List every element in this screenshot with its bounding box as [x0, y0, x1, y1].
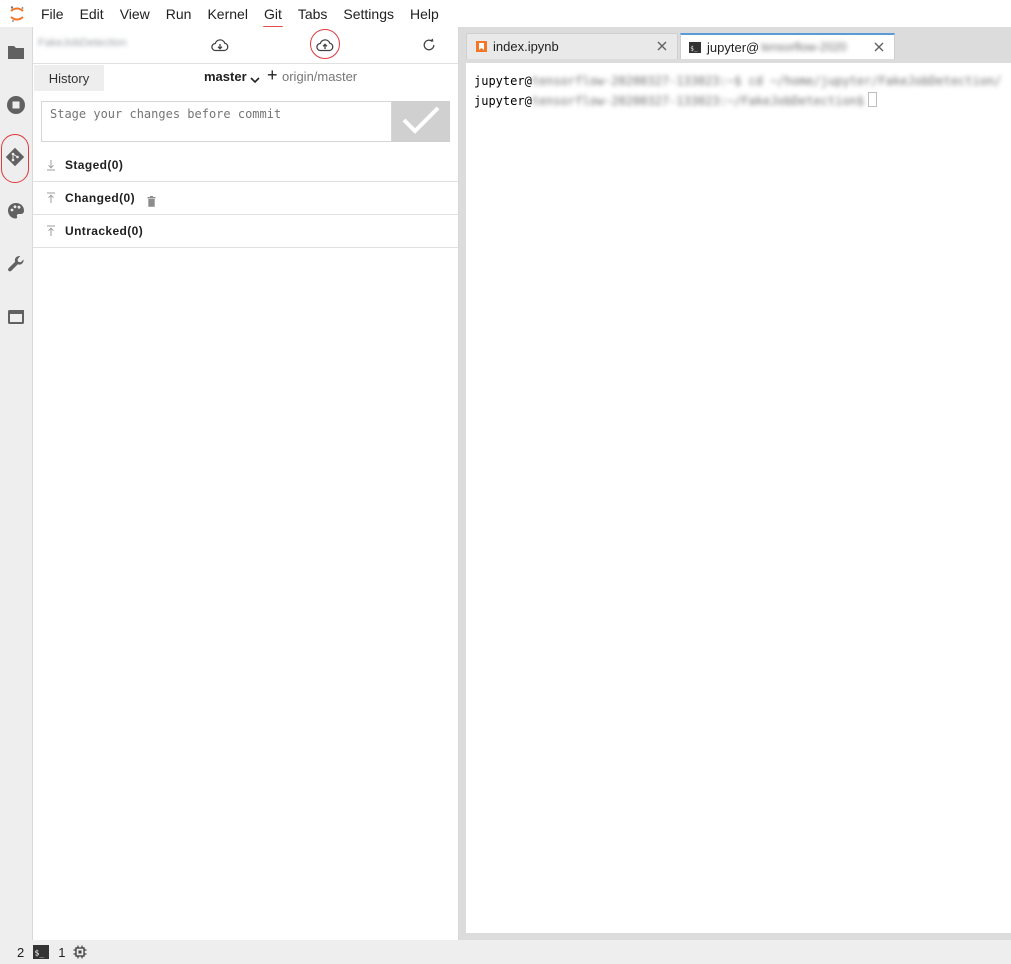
git-panel: FakeJobDetection History master + origin…	[33, 27, 459, 940]
svg-text:$_: $_	[35, 949, 45, 958]
document-tab-bar: index.ipynb $_ jupyter@ tensorflow-2020	[459, 27, 1011, 59]
activity-bar	[0, 27, 33, 940]
menu-edit[interactable]: Edit	[72, 2, 112, 26]
commit-button[interactable]	[392, 101, 450, 142]
property-inspector-button[interactable]	[0, 186, 32, 239]
terminal-text: tensorflow-20200327-133023:~$ cd ~/home/…	[531, 74, 1002, 88]
close-icon[interactable]	[872, 40, 886, 54]
close-icon[interactable]	[655, 39, 669, 53]
terminal-line: jupyter@tensorflow-20200327-133023:~/Fak…	[474, 92, 878, 108]
terminal-small-icon: $_	[33, 945, 50, 959]
menu-bar: File Edit View Run Kernel Git Tabs Setti…	[0, 0, 1011, 28]
palette-icon	[7, 202, 25, 223]
tab-label: jupyter@	[707, 39, 760, 55]
changed-label: Changed(0)	[65, 191, 135, 205]
staged-arrow-down-icon	[44, 158, 58, 172]
menu-git[interactable]: Git	[256, 2, 290, 28]
branch-selector[interactable]: master	[204, 69, 247, 84]
folder-icon	[7, 44, 25, 63]
status-count-terminals[interactable]: 1	[58, 945, 65, 960]
terminal-prompt: jupyter@	[474, 74, 532, 88]
commit-message-input[interactable]: Stage your changes before commit	[41, 101, 392, 142]
tab-terminal[interactable]: $_ jupyter@ tensorflow-2020	[680, 33, 895, 59]
staged-section[interactable]: Staged(0)	[33, 149, 458, 182]
discard-trash-icon[interactable]	[147, 195, 156, 210]
menu-view[interactable]: View	[112, 2, 158, 26]
refresh-icon	[422, 38, 436, 55]
wrench-icon	[7, 255, 25, 276]
branch-bar: History master + origin/master	[33, 64, 458, 91]
menu-file[interactable]: File	[33, 2, 72, 26]
refresh-button[interactable]	[418, 35, 440, 57]
changed-arrow-up-icon	[44, 191, 58, 205]
stop-circle-icon	[6, 95, 26, 118]
menu-kernel[interactable]: Kernel	[199, 2, 255, 26]
file-browser-button[interactable]	[0, 27, 32, 80]
status-count-kernels[interactable]: 2	[17, 945, 24, 960]
tabs-icon	[7, 309, 25, 328]
menu-run[interactable]: Run	[158, 2, 200, 26]
menu-help[interactable]: Help	[402, 2, 447, 26]
cloud-download-icon	[211, 38, 229, 55]
tab-index-ipynb[interactable]: index.ipynb	[466, 33, 678, 59]
checkmark-icon	[399, 104, 443, 139]
git-panel-button[interactable]	[1, 134, 29, 183]
svg-text:$_: $_	[690, 45, 698, 52]
terminal-line: jupyter@tensorflow-20200327-133023:~$ cd…	[474, 74, 1001, 88]
push-button[interactable]	[314, 35, 336, 57]
untracked-section[interactable]: Untracked(0)	[33, 215, 458, 248]
repository-toolbar: FakeJobDetection	[33, 27, 458, 64]
terminal-panel[interactable]: jupyter@tensorflow-20200327-133023:~$ cd…	[466, 63, 1011, 933]
untracked-label: Untracked(0)	[65, 224, 144, 238]
chip-icon	[73, 945, 87, 959]
untracked-arrow-up-icon	[44, 224, 58, 238]
menu-settings[interactable]: Settings	[335, 2, 402, 26]
extension-manager-button[interactable]	[0, 239, 32, 292]
terminal-text: tensorflow-20200327-133023:~/FakeJobDete…	[531, 94, 865, 108]
tab-label: index.ipynb	[493, 39, 559, 54]
changed-section[interactable]: Changed(0)	[33, 182, 458, 215]
repository-name[interactable]: FakeJobDetection	[38, 37, 127, 49]
tab-label-hidden: tensorflow-2020	[761, 40, 847, 54]
menu-tabs[interactable]: Tabs	[290, 2, 336, 26]
jupyter-logo-icon	[0, 0, 33, 27]
staged-label: Staged(0)	[65, 158, 124, 172]
status-bar: 2 $_ 1	[0, 940, 1011, 964]
open-tabs-button[interactable]	[0, 292, 32, 345]
chevron-down-icon[interactable]	[250, 72, 260, 87]
pull-button[interactable]	[209, 35, 231, 57]
terminal-cursor	[868, 92, 878, 107]
main-dock-area: index.ipynb $_ jupyter@ tensorflow-2020 …	[459, 27, 1011, 940]
cloud-upload-icon	[316, 38, 334, 55]
remote-branch-label: origin/master	[282, 69, 358, 84]
notebook-icon	[475, 41, 487, 53]
terminal-icon: $_	[689, 41, 701, 53]
terminal-prompt: jupyter@	[474, 94, 532, 108]
add-branch-icon[interactable]: +	[267, 66, 278, 84]
git-icon	[5, 147, 25, 170]
history-tab[interactable]: History	[34, 65, 104, 91]
running-sessions-button[interactable]	[0, 80, 32, 133]
